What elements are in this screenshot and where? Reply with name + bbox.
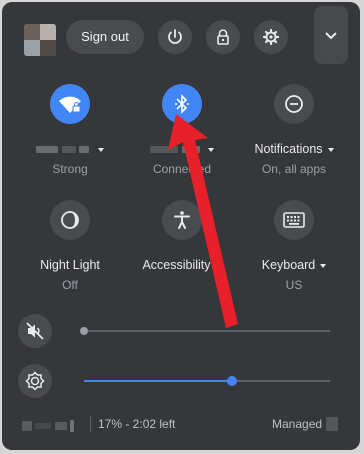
caret-down-icon xyxy=(215,263,222,268)
night-light-status: Off xyxy=(62,278,78,292)
brightness-icon xyxy=(25,371,45,391)
night-light-icon xyxy=(61,211,79,229)
sign-out-button[interactable]: Sign out xyxy=(66,20,144,54)
night-light-label[interactable]: Night Light xyxy=(18,258,122,272)
night-light-tile: Night Light Off xyxy=(18,200,122,292)
accessibility-toggle[interactable] xyxy=(162,200,202,240)
power-button[interactable] xyxy=(158,20,192,54)
quick-settings-panel: Sign out Strong Connected Notifications … xyxy=(2,2,360,450)
night-light-toggle[interactable] xyxy=(50,200,90,240)
bluetooth-icon xyxy=(175,94,189,114)
keyboard-label[interactable]: Keyboard xyxy=(242,258,346,272)
keyboard-layout: US xyxy=(285,278,303,292)
network-status: Strong xyxy=(52,162,88,176)
lock-icon xyxy=(217,29,229,45)
brightness-thumb[interactable] xyxy=(226,376,237,386)
network-name-masked xyxy=(22,418,75,432)
caret-down-icon xyxy=(97,147,104,152)
managed-label[interactable]: Managed xyxy=(272,417,322,431)
keyboard-tile: Keyboard US xyxy=(242,200,346,292)
notifications-status: On, all apps xyxy=(261,162,327,176)
network-tile: Strong xyxy=(18,84,122,176)
caret-down-icon xyxy=(320,263,327,268)
notifications-toggle[interactable] xyxy=(274,84,314,124)
volume-muted-icon xyxy=(26,322,44,340)
network-toggle[interactable] xyxy=(50,84,90,124)
battery-status[interactable]: 17% - 2:02 left xyxy=(98,417,175,431)
settings-button[interactable] xyxy=(254,20,288,54)
volume-thumb[interactable] xyxy=(80,327,88,335)
bluetooth-label[interactable] xyxy=(130,142,234,156)
collapse-button[interactable] xyxy=(314,6,348,64)
managed-icon-masked xyxy=(326,416,338,431)
status-footer: 17% - 2:02 left Managed xyxy=(18,414,344,434)
footer-divider xyxy=(90,416,91,432)
do-not-disturb-icon xyxy=(285,95,303,113)
network-label[interactable] xyxy=(18,142,122,156)
bluetooth-tile: Connected xyxy=(130,84,234,176)
caret-down-icon xyxy=(327,147,334,152)
brightness-row xyxy=(18,364,338,398)
notifications-tile: Notifications On, all apps xyxy=(242,84,346,176)
mute-button[interactable] xyxy=(18,314,52,348)
volume-row xyxy=(18,314,338,348)
accessibility-icon xyxy=(174,211,190,229)
keyboard-toggle[interactable] xyxy=(274,200,314,240)
caret-down-icon xyxy=(207,147,214,152)
wifi-icon xyxy=(59,96,81,113)
bluetooth-toggle[interactable] xyxy=(162,84,202,124)
accessibility-tile: Accessibility xyxy=(130,200,234,272)
chevron-down-icon xyxy=(325,32,337,40)
brightness-fill xyxy=(84,380,232,382)
brightness-slider[interactable] xyxy=(84,376,330,386)
gear-icon xyxy=(262,28,280,46)
bluetooth-status: Connected xyxy=(152,162,212,176)
accessibility-label[interactable]: Accessibility xyxy=(130,258,234,272)
power-icon xyxy=(168,29,182,44)
avatar[interactable] xyxy=(24,24,56,56)
lock-button[interactable] xyxy=(206,20,240,54)
notifications-label[interactable]: Notifications xyxy=(242,142,346,156)
brightness-button[interactable] xyxy=(18,364,52,398)
volume-slider[interactable] xyxy=(80,327,330,335)
keyboard-icon xyxy=(283,212,305,228)
